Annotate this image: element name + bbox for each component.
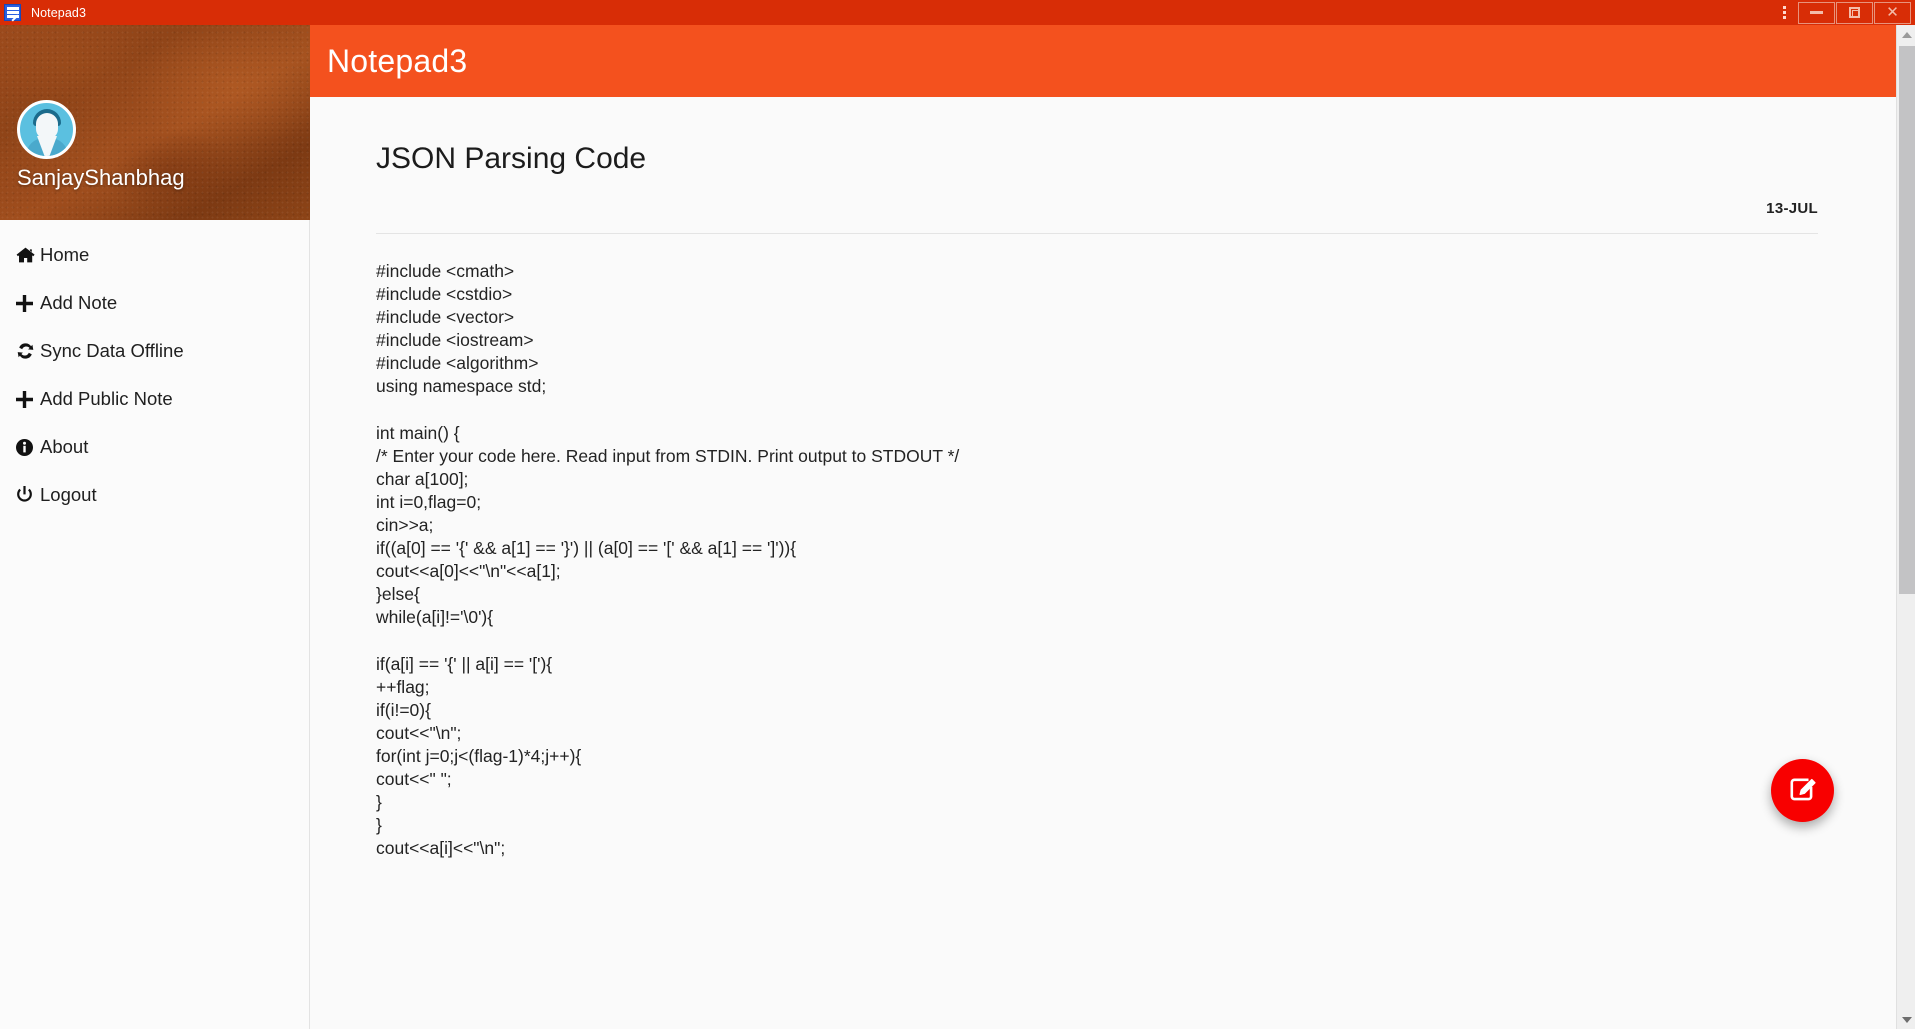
note-title: JSON Parsing Code bbox=[376, 142, 647, 175]
edit-note-icon bbox=[1790, 778, 1816, 800]
sidebar-item-home[interactable]: Home bbox=[0, 231, 309, 279]
window-title: Notepad3 bbox=[31, 5, 87, 20]
sync-icon bbox=[16, 343, 40, 359]
power-icon bbox=[16, 486, 40, 504]
main-content: Notepad3 JSON Parsing Code 13-JUL #inclu… bbox=[310, 25, 1897, 1029]
scrollbar-thumb[interactable] bbox=[1899, 46, 1915, 594]
scroll-down-icon[interactable] bbox=[1897, 1010, 1915, 1029]
close-button[interactable]: ✕ bbox=[1874, 1, 1911, 24]
scroll-up-icon[interactable] bbox=[1897, 25, 1915, 44]
vertical-scrollbar[interactable] bbox=[1896, 25, 1915, 1029]
close-icon: ✕ bbox=[1886, 4, 1899, 21]
app-bar-title: Notepad3 bbox=[327, 42, 468, 79]
note-date-row: 13-JUL bbox=[376, 200, 1855, 217]
sidebar-menu: Home Add Note Sync Data Offline Add Publ… bbox=[0, 220, 309, 519]
restore-icon bbox=[1849, 7, 1860, 18]
sidebar-profile-header: SanjayShanbhag bbox=[0, 25, 310, 220]
note-date: 13-JUL bbox=[1766, 200, 1818, 217]
note-divider bbox=[376, 233, 1818, 234]
sidebar-item-label: Sync Data Offline bbox=[40, 340, 184, 361]
sidebar-item-label: Add Note bbox=[40, 292, 118, 313]
window-titlebar: Notepad3 ✕ bbox=[0, 0, 1915, 25]
sidebar: SanjayShanbhag Home Add Note Sync Data O… bbox=[0, 25, 310, 1029]
sidebar-item-label: Logout bbox=[40, 484, 97, 505]
sidebar-item-about[interactable]: About bbox=[0, 423, 309, 471]
minimize-icon bbox=[1810, 11, 1823, 14]
maximize-button[interactable] bbox=[1836, 1, 1873, 24]
profile-username: SanjayShanbhag bbox=[17, 165, 185, 190]
notepad-pencil-icon bbox=[4, 4, 21, 21]
sidebar-item-add-note[interactable]: Add Note bbox=[0, 279, 309, 327]
window-controls: ✕ bbox=[1772, 0, 1915, 25]
sidebar-item-logout[interactable]: Logout bbox=[0, 471, 309, 519]
note-body[interactable]: #include <cmath> #include <cstdio> #incl… bbox=[376, 260, 1855, 860]
plus-icon bbox=[16, 390, 40, 408]
plus-icon bbox=[16, 294, 40, 312]
sidebar-item-add-public-note[interactable]: Add Public Note bbox=[0, 375, 309, 423]
user-avatar-icon[interactable] bbox=[17, 100, 76, 159]
add-note-fab-button[interactable] bbox=[1771, 759, 1834, 822]
sidebar-item-sync-data-offline[interactable]: Sync Data Offline bbox=[0, 327, 309, 375]
sidebar-item-label: Add Public Note bbox=[40, 388, 173, 409]
info-icon bbox=[16, 438, 40, 456]
app-bar: Notepad3 bbox=[310, 25, 1897, 97]
minimize-button[interactable] bbox=[1798, 1, 1835, 24]
sidebar-item-label: About bbox=[40, 436, 89, 457]
sidebar-item-label: Home bbox=[40, 244, 90, 265]
note-area: JSON Parsing Code 13-JUL #include <cmath… bbox=[310, 142, 1897, 860]
home-icon bbox=[16, 247, 40, 263]
kebab-menu-icon[interactable] bbox=[1772, 0, 1798, 25]
